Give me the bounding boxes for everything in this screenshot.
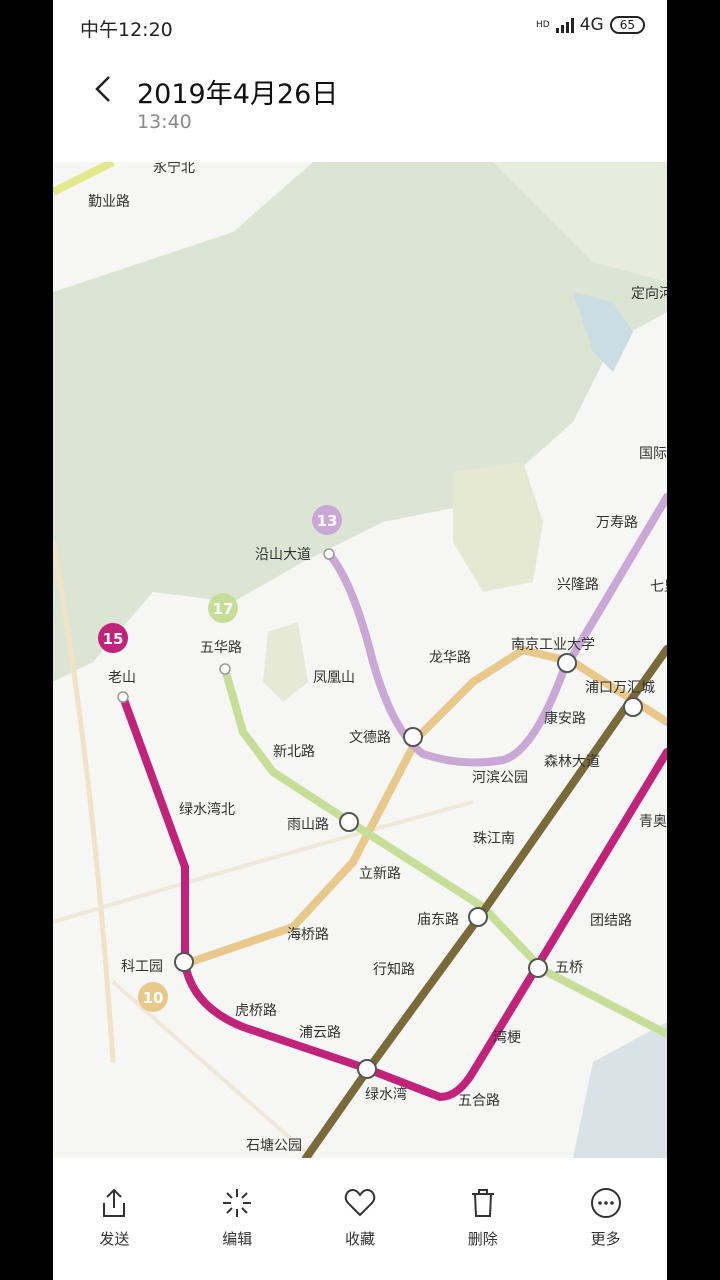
battery-level: 65 [619, 18, 635, 32]
station-label: 七里 [650, 579, 667, 595]
station-label: 立新路 [359, 866, 401, 882]
station-label: 永宁北 [153, 162, 195, 176]
station-label: 沿山大道 [255, 547, 311, 563]
station-label: 石塘公园 [246, 1138, 302, 1154]
edit-label: 编辑 [222, 1230, 253, 1248]
favorite-button[interactable]: 收藏 [299, 1158, 422, 1280]
station-label: 青奥 [639, 813, 667, 830]
sparkle-edit-icon [223, 1189, 252, 1217]
station-label: 文德路 [349, 730, 391, 746]
transfer-wuqiao [528, 958, 548, 978]
transfer-lvshuiwan [357, 1059, 377, 1079]
station-label: 定向河 [631, 286, 667, 302]
send-label: 发送 [99, 1230, 130, 1248]
badge-17-text: 17 [213, 600, 234, 618]
phone-screen: 中午12:20 HD 4G 65 2019年4月26日 13:40 13 17 … [53, 0, 667, 1280]
status-time: 中午12:20 [80, 19, 173, 41]
signal-icon [555, 17, 574, 33]
station-dot [323, 548, 335, 560]
network-type: 4G [579, 15, 604, 35]
send-button[interactable]: 发送 [53, 1158, 176, 1280]
station-label: 龙华路 [429, 650, 471, 666]
transfer-wende [403, 727, 423, 747]
station-label: 虎桥路 [235, 1003, 277, 1019]
station-label: 科工园 [121, 959, 163, 975]
river-area [573, 1022, 667, 1158]
badge-15-text: 15 [103, 630, 124, 648]
station-label: 康安路 [544, 710, 586, 727]
station-label: 浦口万汇城 [585, 680, 655, 696]
trash-icon [471, 1189, 494, 1217]
favorite-label: 收藏 [344, 1230, 375, 1248]
bottom-toolbar: 发送 编辑 收藏 删除 更多 [53, 1158, 667, 1280]
battery-icon: 65 [609, 16, 645, 34]
station-label: 河滨公园 [472, 770, 528, 786]
page-title: 2019年4月26日 [137, 79, 339, 110]
station-label: 绿水湾北 [179, 801, 235, 818]
station-label: 五合路 [458, 1093, 500, 1109]
share-icon [103, 1188, 126, 1217]
station-label: 行知路 [373, 961, 415, 978]
park-area-2 [263, 622, 308, 702]
station-label: 老山 [108, 670, 136, 686]
more-dots-icon [590, 1188, 621, 1218]
transfer-pukou [623, 697, 643, 717]
transfer-kegongyuan [174, 952, 194, 972]
badge-10-text: 10 [143, 989, 164, 1007]
delete-button[interactable]: 删除 [421, 1158, 544, 1280]
station-label: 雨山路 [287, 817, 329, 833]
edit-button[interactable]: 编辑 [176, 1158, 299, 1280]
transfer-nangong [557, 653, 577, 673]
delete-label: 删除 [467, 1230, 498, 1248]
station-label: 森林大道 [544, 754, 600, 770]
station-label: 海桥路 [287, 927, 329, 943]
station-label: 团结路 [590, 913, 632, 929]
station-dot [219, 663, 231, 675]
header: 2019年4月26日 13:40 [53, 56, 667, 162]
station-label: 南京工业大学 [511, 637, 595, 653]
station-label: 兴隆路 [557, 577, 599, 593]
station-dot [117, 691, 129, 703]
map-svg: 13 17 15 10 永宁北 勤业路 定向河 国际 万寿路 兴隆路 七里 沿山… [53, 162, 667, 1158]
status-bar: 中午12:20 HD 4G 65 [53, 0, 667, 56]
badge-13-text: 13 [317, 512, 338, 530]
station-label: 珠江南 [473, 831, 515, 847]
transfer-yushan [339, 812, 359, 832]
station-label: 国际 [639, 446, 667, 462]
more-button[interactable]: 更多 [544, 1158, 667, 1280]
station-label: 庙东路 [417, 912, 459, 928]
transfer-miaodong [468, 907, 488, 927]
road-yellow [53, 162, 115, 196]
photo-map-image[interactable]: 13 17 15 10 永宁北 勤业路 定向河 国际 万寿路 兴隆路 七里 沿山… [53, 162, 667, 1158]
station-label: 凤凰山 [313, 670, 355, 686]
status-indicators: HD 4G 65 [536, 15, 645, 35]
station-label: 新北路 [273, 744, 315, 760]
more-label: 更多 [590, 1230, 621, 1248]
station-label: 五桥 [555, 960, 583, 976]
station-label: 绿水湾 [365, 1086, 407, 1103]
station-label: 浦云路 [299, 1025, 341, 1041]
heart-icon [344, 1188, 376, 1217]
hd-indicator: HD [536, 20, 550, 30]
page-subtitle: 13:40 [137, 111, 192, 133]
station-label: 勤业路 [88, 194, 130, 210]
park-area [453, 462, 543, 592]
station-label: 五华路 [200, 640, 242, 656]
station-label: 湾梗 [493, 1029, 521, 1046]
station-label: 万寿路 [596, 514, 638, 531]
back-arrow-icon[interactable] [89, 74, 119, 104]
